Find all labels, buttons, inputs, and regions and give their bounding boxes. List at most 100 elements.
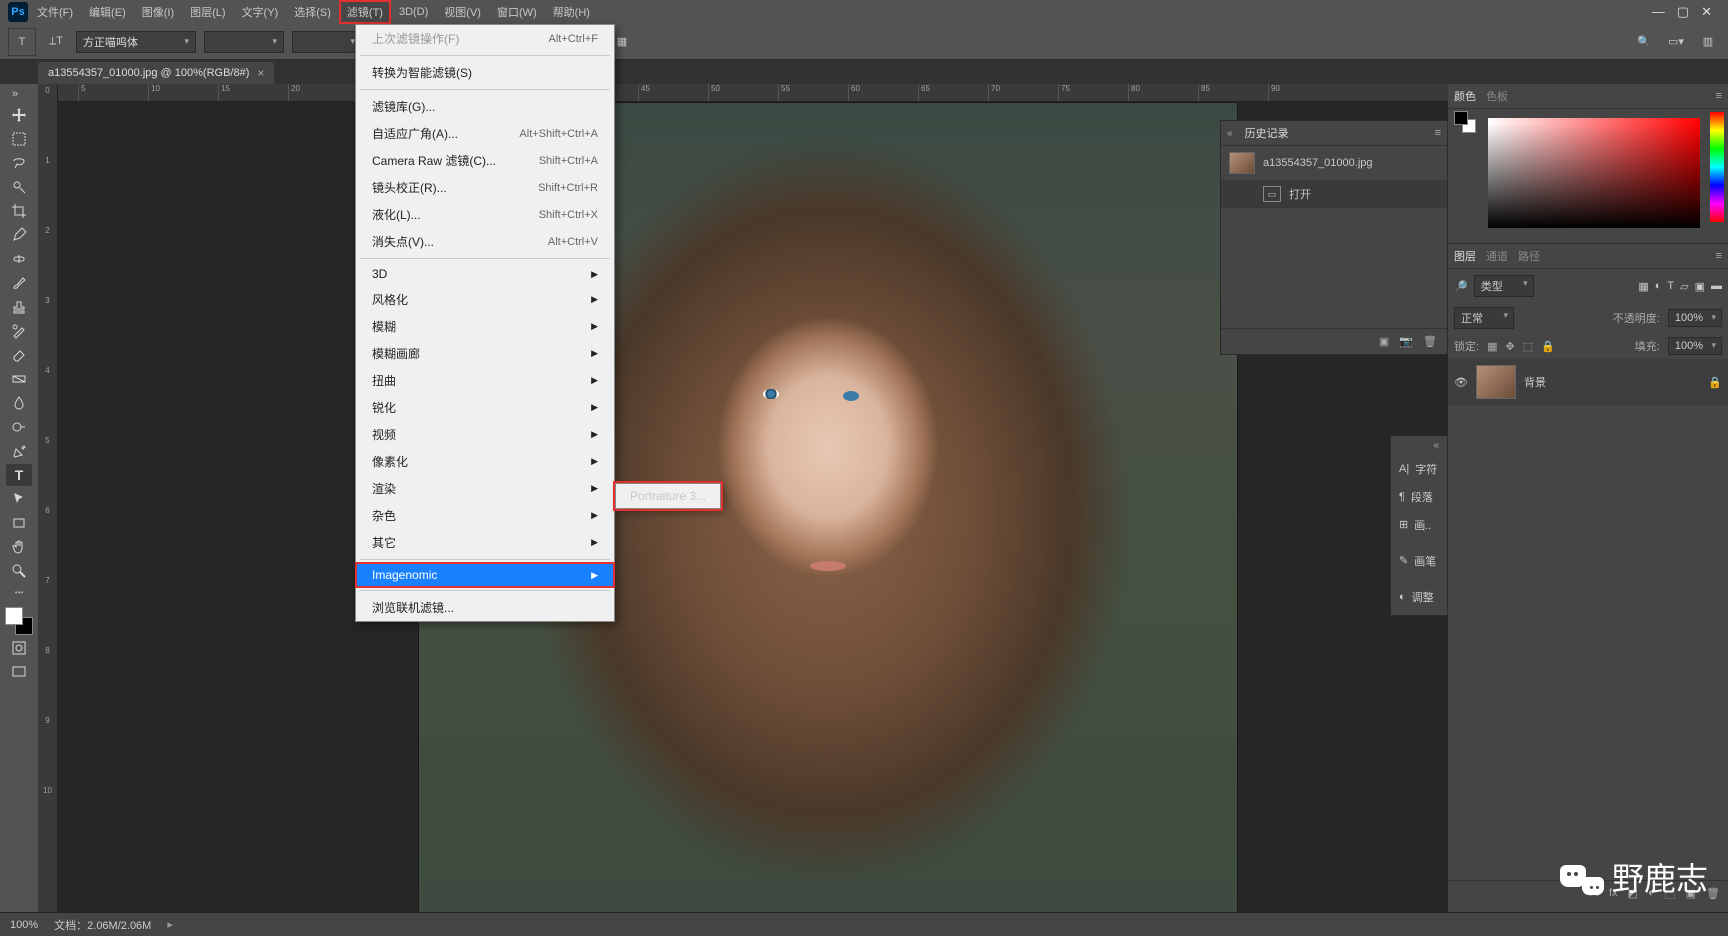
- maximize-icon[interactable]: ▢: [1677, 4, 1689, 20]
- create-document-icon[interactable]: ▣: [1379, 335, 1389, 348]
- filter-menu-item[interactable]: 像素化▶: [356, 448, 614, 475]
- document-info[interactable]: 文档：2.06M/2.06M: [54, 917, 151, 933]
- layer-name[interactable]: 背景: [1524, 374, 1546, 390]
- zoom-tool[interactable]: [6, 560, 32, 582]
- type-tool[interactable]: T: [6, 464, 32, 486]
- move-tool[interactable]: [6, 104, 32, 126]
- crop-tool[interactable]: [6, 200, 32, 222]
- healing-tool[interactable]: [6, 248, 32, 270]
- tool-preset-picker[interactable]: T: [8, 28, 36, 56]
- filter-menu-item[interactable]: 模糊▶: [356, 313, 614, 340]
- gradient-tool[interactable]: [6, 368, 32, 390]
- layers-tab[interactable]: 图层: [1454, 248, 1476, 264]
- filter-menu-item[interactable]: 消失点(V)...Alt+Ctrl+V: [356, 228, 614, 255]
- foreground-background-colors[interactable]: [5, 607, 33, 635]
- toggle-orientation-icon[interactable]: ⟂T: [44, 30, 68, 54]
- paragraph-panel-button[interactable]: ¶段落: [1395, 483, 1443, 511]
- create-snapshot-icon[interactable]: 📷: [1399, 335, 1413, 348]
- font-family-select[interactable]: 方正喵呜体: [76, 31, 196, 53]
- hue-slider[interactable]: [1710, 112, 1724, 222]
- lock-all-icon[interactable]: 🔒: [1541, 340, 1555, 353]
- panel-menu-icon[interactable]: ≡: [1716, 90, 1722, 102]
- edit-toolbar-icon[interactable]: •••: [15, 588, 23, 597]
- channels-tab[interactable]: 通道: [1486, 248, 1508, 264]
- panel-collapse-icon[interactable]: «: [1227, 128, 1233, 139]
- fill-input[interactable]: 100%: [1668, 337, 1722, 355]
- layer-thumbnail[interactable]: [1476, 365, 1516, 399]
- document-tab[interactable]: a13554357_01000.jpg @ 100%(RGB/8#) ×: [38, 62, 274, 84]
- workspace-icon[interactable]: ▥: [1696, 30, 1720, 54]
- brush-tool[interactable]: [6, 272, 32, 294]
- screenmode-icon[interactable]: [6, 661, 32, 683]
- menu-file[interactable]: 文件(F): [30, 1, 80, 23]
- filter-menu-item[interactable]: 渲染▶: [356, 475, 614, 502]
- filter-menu-item[interactable]: 3D▶: [356, 262, 614, 286]
- filter-toggle-icon[interactable]: ▬: [1711, 280, 1722, 293]
- lock-artboard-icon[interactable]: ⬚: [1523, 340, 1533, 353]
- delete-state-icon[interactable]: 🗑: [1423, 335, 1437, 348]
- panel-menu-icon[interactable]: ≡: [1716, 250, 1722, 262]
- menu-filter[interactable]: 滤镜(T): [340, 1, 390, 23]
- glyphs-panel-button[interactable]: ⊞画..: [1395, 511, 1443, 539]
- filter-menu-item[interactable]: 扭曲▶: [356, 367, 614, 394]
- menu-type[interactable]: 文字(Y): [235, 1, 286, 23]
- layer-filter-type[interactable]: 类型: [1474, 275, 1534, 297]
- color-fgbg-swatch[interactable]: [1454, 111, 1476, 133]
- hand-tool[interactable]: [6, 536, 32, 558]
- quickmask-icon[interactable]: [6, 637, 32, 659]
- filter-type-icon[interactable]: T: [1667, 280, 1674, 293]
- delete-layer-icon[interactable]: 🗑: [1706, 887, 1720, 906]
- status-flyout-icon[interactable]: ▸: [167, 918, 173, 931]
- filter-menu-item[interactable]: 滤镜库(G)...: [356, 93, 614, 120]
- path-select-tool[interactable]: [6, 488, 32, 510]
- blur-tool[interactable]: [6, 392, 32, 414]
- filter-menu-item[interactable]: 其它▶: [356, 529, 614, 556]
- menu-window[interactable]: 窗口(W): [490, 1, 544, 23]
- search-icon[interactable]: 🔎: [1454, 280, 1468, 293]
- brushes-panel-button[interactable]: ✎画笔: [1395, 547, 1443, 575]
- menu-view[interactable]: 视图(V): [437, 1, 488, 23]
- filter-menu-item[interactable]: 风格化▶: [356, 286, 614, 313]
- history-snapshot[interactable]: a13554357_01000.jpg: [1221, 146, 1447, 180]
- eraser-tool[interactable]: [6, 344, 32, 366]
- minimize-icon[interactable]: —: [1652, 4, 1665, 20]
- marquee-tool[interactable]: [6, 128, 32, 150]
- portraiture-menu-item[interactable]: Portraiture 3...: [616, 484, 720, 508]
- filter-menu-item[interactable]: 液化(L)...Shift+Ctrl+X: [356, 201, 614, 228]
- panel-menu-icon[interactable]: ≡: [1435, 127, 1441, 139]
- share-icon[interactable]: ▭▾: [1664, 30, 1688, 54]
- lock-position-icon[interactable]: ✥: [1505, 340, 1514, 353]
- character-panel-button[interactable]: A|字符: [1395, 455, 1443, 483]
- rectangle-tool[interactable]: [6, 512, 32, 534]
- filter-menu-item[interactable]: 视频▶: [356, 421, 614, 448]
- font-style-select[interactable]: [204, 31, 284, 53]
- filter-pixel-icon[interactable]: ▦: [1638, 280, 1648, 293]
- color-tab[interactable]: 颜色: [1454, 88, 1476, 104]
- menu-help[interactable]: 帮助(H): [546, 1, 597, 23]
- zoom-level[interactable]: 100%: [10, 919, 38, 931]
- panel-collapse-icon[interactable]: «: [1395, 440, 1443, 455]
- history-brush-tool[interactable]: [6, 320, 32, 342]
- filter-menu-item[interactable]: Camera Raw 滤镜(C)...Shift+Ctrl+A: [356, 147, 614, 174]
- lasso-tool[interactable]: [6, 152, 32, 174]
- filter-shape-icon[interactable]: ▱: [1680, 280, 1688, 293]
- filter-menu-item[interactable]: 转换为智能滤镜(S): [356, 59, 614, 86]
- dodge-tool[interactable]: [6, 416, 32, 438]
- menu-layer[interactable]: 图层(L): [183, 1, 232, 23]
- filter-menu-item[interactable]: 锐化▶: [356, 394, 614, 421]
- document-tab-close-icon[interactable]: ×: [257, 66, 264, 80]
- blend-mode-select[interactable]: 正常: [1454, 307, 1514, 329]
- filter-menu-item[interactable]: 自适应广角(A)...Alt+Shift+Ctrl+A: [356, 120, 614, 147]
- stamp-tool[interactable]: [6, 296, 32, 318]
- eyedropper-tool[interactable]: [6, 224, 32, 246]
- filter-menu-item[interactable]: 杂色▶: [356, 502, 614, 529]
- filter-menu-item[interactable]: 镜头校正(R)...Shift+Ctrl+R: [356, 174, 614, 201]
- font-size-select[interactable]: [292, 31, 362, 53]
- menu-3d[interactable]: 3D(D): [392, 3, 435, 21]
- history-tab[interactable]: 历史记录: [1245, 125, 1289, 141]
- search-icon[interactable]: 🔍: [1632, 30, 1656, 54]
- menu-edit[interactable]: 编辑(E): [82, 1, 133, 23]
- filter-menu-item[interactable]: 模糊画廊▶: [356, 340, 614, 367]
- lock-pixels-icon[interactable]: ▦: [1487, 340, 1497, 353]
- menu-image[interactable]: 图像(I): [135, 1, 181, 23]
